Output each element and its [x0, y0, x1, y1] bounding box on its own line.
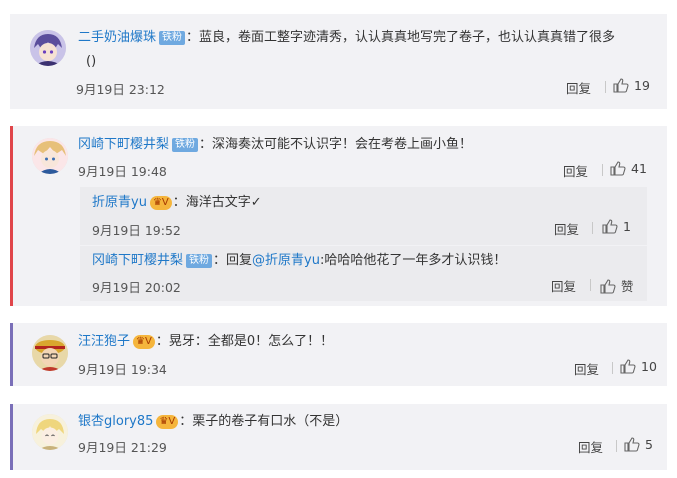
thumb-up-icon	[600, 279, 616, 294]
fan-badge[interactable]: 铁粉	[159, 31, 186, 45]
like-count: 10	[641, 359, 657, 374]
reply-body: :哈哈哈他花了一年多才认识钱！	[319, 253, 507, 268]
like-button[interactable]: 41	[610, 161, 647, 176]
accent-bar	[10, 404, 13, 470]
divider	[616, 440, 617, 452]
fan-badge[interactable]: 铁粉	[172, 138, 199, 152]
timestamp: 9月19日 23:12	[76, 82, 165, 97]
comment-card: 二手奶油爆珠 铁粉 ：蓝良，卷面工整字迹清秀，认认真真地写完了卷子，也认认真真错了很…	[10, 14, 667, 109]
timestamp: 9月19日 19:52	[92, 223, 181, 238]
username[interactable]: 冈崎下町樱井梨	[92, 253, 183, 268]
reply-button[interactable]: 回复	[554, 219, 579, 238]
member-badge-icon: ♛V	[149, 196, 172, 210]
comment-body-line2: ()	[86, 54, 97, 69]
comment-body: ：栗子的卷子有口水（不是）	[179, 414, 349, 429]
username[interactable]: 折原青yu	[92, 195, 147, 210]
reply-button[interactable]: 回复	[574, 359, 599, 378]
comment-card: 银杏glory85 ♛V ：栗子的卷子有口水（不是） 9月19日 21:29 回复 …	[10, 404, 667, 470]
reply-card: 冈崎下町樱井梨 铁粉 ：回复@折原青yu:哈哈哈他花了一年多才认识钱！ 9月19日 …	[80, 246, 647, 301]
comment-body: ：深海奏汰可能不认识字！会在考卷上画小鱼！	[199, 137, 473, 152]
reply-button[interactable]: 回复	[563, 161, 588, 180]
like-button[interactable]: 5	[624, 437, 653, 452]
username[interactable]: 汪汪狍子	[78, 334, 130, 349]
timestamp: 9月19日 19:34	[78, 362, 167, 377]
comment-text: 二手奶油爆珠 铁粉 ：蓝良，卷面工整字迹清秀，认认真真地写完了卷子，也认认真真错了很…	[78, 29, 615, 47]
thumb-up-icon	[613, 78, 629, 93]
like-count: 1	[623, 219, 631, 234]
member-badge-icon: ♛V	[133, 335, 155, 349]
like-count: 41	[631, 161, 647, 176]
like-count: 19	[634, 78, 650, 93]
comment-body: ：晃牙：全都是0！怎么了！！	[155, 334, 334, 349]
username[interactable]: 冈崎下町樱井梨	[78, 137, 169, 152]
timestamp: 9月19日 21:29	[78, 440, 167, 455]
comment-card: 汪汪狍子 ♛V ：晃牙：全都是0！怎么了！！ 9月19日 19:34 回复 10	[10, 323, 667, 386]
comment-body: ：蓝良，卷面工整字迹清秀，认认真真地写完了卷子，也认认真真错了很多	[186, 30, 616, 45]
avatar[interactable]	[32, 335, 68, 371]
like-button[interactable]: 赞	[600, 276, 634, 295]
timestamp: 9月19日 20:02	[92, 280, 181, 295]
like-button[interactable]: 19	[613, 78, 650, 93]
comment-text-continued: ()	[86, 53, 96, 71]
accent-bar	[10, 323, 13, 386]
like-label: 赞	[621, 279, 634, 294]
like-count: 5	[645, 437, 653, 452]
like-button[interactable]: 1	[602, 219, 631, 234]
reply-card: 折原青yu ♛V ：海洋古文字✓ 9月19日 19:52 回复 1	[80, 187, 647, 245]
thumb-up-icon	[624, 437, 640, 452]
avatar[interactable]	[32, 138, 68, 174]
divider	[612, 362, 613, 374]
mention-link[interactable]: @折原青yu	[252, 253, 320, 268]
reply-text: 折原青yu ♛V ：海洋古文字✓	[92, 194, 262, 212]
thumb-up-icon	[620, 359, 636, 374]
member-badge-icon: ♛V	[156, 415, 179, 429]
reply-button[interactable]: 回复	[551, 276, 576, 295]
divider	[605, 81, 606, 93]
divider	[602, 164, 603, 176]
like-button[interactable]: 10	[620, 359, 657, 374]
fan-badge[interactable]: 铁粉	[186, 254, 213, 268]
comment-text: 冈崎下町樱井梨 铁粉 ：深海奏汰可能不认识字！会在考卷上画小鱼！	[78, 136, 472, 154]
username[interactable]: 银杏glory85	[78, 414, 153, 429]
reply-prefix: ：回复	[213, 253, 253, 268]
reply-body: ：海洋古文字✓	[172, 195, 262, 210]
comment-text: 银杏glory85 ♛V ：栗子的卷子有口水（不是）	[78, 413, 348, 431]
avatar[interactable]	[30, 30, 66, 66]
thumb-up-icon	[610, 161, 626, 176]
divider	[592, 222, 593, 234]
divider	[590, 279, 591, 291]
comment-text: 汪汪狍子 ♛V ：晃牙：全都是0！怎么了！！	[78, 333, 333, 351]
reply-button[interactable]: 回复	[566, 78, 591, 97]
reply-text: 冈崎下町樱井梨 铁粉 ：回复@折原青yu:哈哈哈他花了一年多才认识钱！	[92, 252, 506, 270]
avatar[interactable]	[32, 414, 68, 450]
accent-bar	[10, 126, 13, 306]
thumb-up-icon	[602, 219, 618, 234]
username[interactable]: 二手奶油爆珠	[78, 30, 156, 45]
reply-button[interactable]: 回复	[578, 437, 603, 456]
timestamp: 9月19日 19:48	[78, 164, 167, 179]
